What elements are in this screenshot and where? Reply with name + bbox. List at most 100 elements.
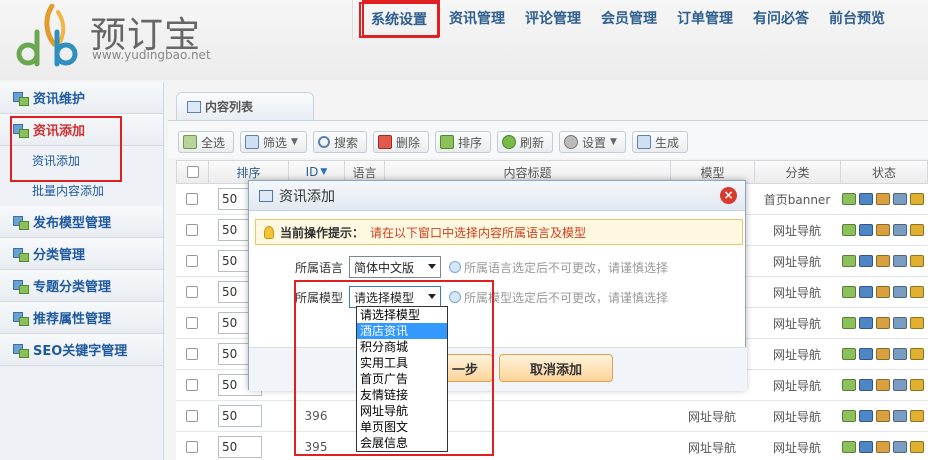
- html-icon[interactable]: [859, 255, 873, 267]
- image-icon[interactable]: [842, 286, 856, 298]
- cart-icon[interactable]: [876, 410, 890, 422]
- image-icon[interactable]: [842, 379, 856, 391]
- dropdown-option[interactable]: 积分商城: [357, 339, 447, 355]
- html-icon[interactable]: [859, 193, 873, 205]
- sidebar-group-category[interactable]: 分类管理: [0, 238, 163, 270]
- sidebar-item-batch-add[interactable]: 批量内容添加: [0, 176, 163, 206]
- nav-comment-management[interactable]: 评论管理: [515, 0, 591, 40]
- cancel-add-button[interactable]: 取消添加: [499, 354, 613, 382]
- nav-news-management[interactable]: 资讯管理: [439, 0, 515, 40]
- lock-icon[interactable]: [910, 286, 924, 298]
- nav-faq[interactable]: 有问必答: [743, 0, 819, 40]
- dropdown-option[interactable]: 会展信息: [357, 435, 447, 451]
- close-icon[interactable]: ×: [720, 187, 737, 204]
- html-icon[interactable]: [859, 224, 873, 236]
- html-icon[interactable]: [859, 410, 873, 422]
- row-checkbox[interactable]: [186, 410, 198, 422]
- dropdown-option[interactable]: 酒店资讯: [357, 323, 447, 339]
- image-icon[interactable]: [842, 410, 856, 422]
- dropdown-option[interactable]: 首页广告: [357, 371, 447, 387]
- cart-icon[interactable]: [876, 255, 890, 267]
- sidebar-group-topic-category[interactable]: 专题分类管理: [0, 270, 163, 302]
- sidebar-group-recommend-attr[interactable]: 推荐属性管理: [0, 302, 163, 334]
- html-icon[interactable]: [859, 317, 873, 329]
- image-icon[interactable]: [842, 348, 856, 360]
- html-icon[interactable]: [859, 348, 873, 360]
- html-icon[interactable]: [859, 286, 873, 298]
- row-checkbox[interactable]: [186, 224, 198, 236]
- html-icon[interactable]: [859, 379, 873, 391]
- nav-system-settings[interactable]: 系统设置: [359, 2, 439, 38]
- dropdown-option[interactable]: 实用工具: [357, 355, 447, 371]
- nav-member-management[interactable]: 会员管理: [591, 0, 667, 40]
- html-icon[interactable]: [859, 441, 873, 453]
- sidebar-group-seo-keywords[interactable]: SEO关键字管理: [0, 334, 163, 366]
- lock-icon[interactable]: [910, 441, 924, 453]
- sidebar-item-news-add[interactable]: 资讯添加: [0, 146, 163, 176]
- image-icon[interactable]: [842, 317, 856, 329]
- cart-icon[interactable]: [876, 379, 890, 391]
- sort-input[interactable]: 50: [218, 405, 262, 427]
- image-icon[interactable]: [842, 224, 856, 236]
- link-icon[interactable]: [893, 255, 907, 267]
- link-icon[interactable]: [893, 193, 907, 205]
- cart-icon[interactable]: [876, 317, 890, 329]
- row-checkbox[interactable]: [186, 379, 198, 391]
- lock-icon[interactable]: [910, 317, 924, 329]
- search-button[interactable]: 搜索: [312, 131, 367, 153]
- delete-button[interactable]: 删除: [372, 131, 429, 153]
- sidebar-group-news-add[interactable]: 资讯添加: [0, 114, 163, 146]
- cart-icon[interactable]: [876, 441, 890, 453]
- lock-icon[interactable]: [910, 193, 924, 205]
- row-status: [840, 370, 926, 400]
- lock-icon[interactable]: [910, 379, 924, 391]
- nav-frontend-preview[interactable]: 前台预览: [819, 0, 895, 40]
- image-icon[interactable]: [842, 255, 856, 267]
- model-select[interactable]: 请选择模型: [349, 286, 441, 308]
- button-label: 删除: [395, 135, 420, 150]
- model-dropdown-list: 请选择模型 酒店资讯 积分商城 实用工具 首页广告 友情链接 网址导航 单页图文 会展信息: [356, 306, 448, 452]
- filter-button[interactable]: 筛选 ▼: [240, 131, 307, 153]
- row-checkbox[interactable]: [186, 286, 198, 298]
- select-all-checkbox[interactable]: [186, 166, 199, 178]
- lock-icon[interactable]: [910, 348, 924, 360]
- link-icon[interactable]: [893, 286, 907, 298]
- row-checkbox[interactable]: [186, 441, 198, 453]
- cart-icon[interactable]: [876, 224, 890, 236]
- cart-icon[interactable]: [876, 286, 890, 298]
- sort-button[interactable]: 排序: [434, 131, 491, 153]
- row-checkbox[interactable]: [186, 193, 198, 205]
- cart-icon[interactable]: [876, 348, 890, 360]
- link-icon[interactable]: [893, 224, 907, 236]
- row-checkbox[interactable]: [186, 255, 198, 267]
- lock-icon[interactable]: [910, 255, 924, 267]
- row-checkbox[interactable]: [186, 348, 198, 360]
- language-select[interactable]: 简体中文版: [349, 256, 441, 278]
- settings-button[interactable]: 设置 ▼: [559, 131, 626, 153]
- dropdown-option[interactable]: 网址导航: [357, 403, 447, 419]
- select-all-button[interactable]: 全选: [178, 131, 235, 153]
- image-icon[interactable]: [842, 193, 856, 205]
- link-icon[interactable]: [893, 410, 907, 422]
- dropdown-option[interactable]: 请选择模型: [357, 307, 447, 323]
- image-icon[interactable]: [842, 441, 856, 453]
- row-category: 网址导航: [772, 223, 821, 238]
- link-icon[interactable]: [893, 379, 907, 391]
- cart-icon[interactable]: [876, 193, 890, 205]
- link-icon[interactable]: [893, 317, 907, 329]
- sort-input[interactable]: 50: [218, 436, 262, 458]
- dropdown-option[interactable]: 友情链接: [357, 387, 447, 403]
- lock-icon[interactable]: [910, 224, 924, 236]
- link-icon[interactable]: [893, 348, 907, 360]
- refresh-button[interactable]: 刷新: [497, 131, 554, 153]
- tab-content-list[interactable]: 内容列表: [176, 92, 314, 120]
- row-checkbox[interactable]: [186, 317, 198, 329]
- lock-icon[interactable]: [910, 410, 924, 422]
- dropdown-option[interactable]: 单页图文: [357, 419, 447, 435]
- link-icon[interactable]: [893, 441, 907, 453]
- sidebar-group-publish-model[interactable]: 发布模型管理: [0, 206, 163, 238]
- generate-button[interactable]: 生成: [631, 131, 688, 153]
- dialog-title-bar[interactable]: 资讯添加: [249, 181, 745, 211]
- sidebar-group-news-maintain[interactable]: 资讯维护: [0, 82, 163, 114]
- nav-order-management[interactable]: 订单管理: [667, 0, 743, 40]
